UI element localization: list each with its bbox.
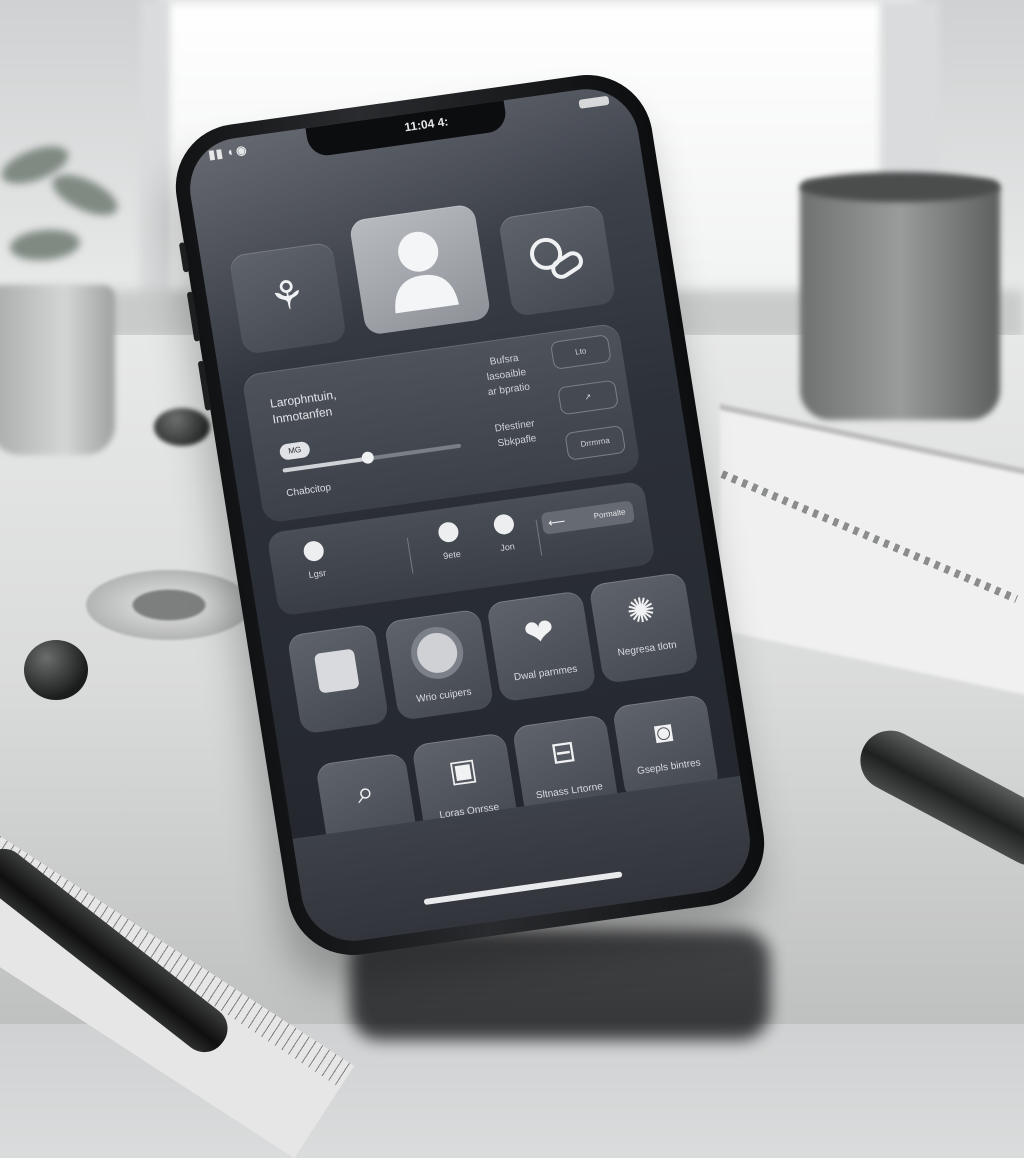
info-card-details: Bufsra lasoaible ar bpratio Dfestiner Sb… (463, 347, 557, 454)
app-tile-1-label (299, 702, 386, 714)
profile-tile[interactable] (348, 203, 492, 336)
app-tile-3[interactable]: ❤ Dwal parnmes (486, 590, 597, 703)
app-tile-4-label: Negresa tlotn (616, 639, 678, 659)
chat-app-tile[interactable] (497, 203, 617, 318)
app-tile-4[interactable]: ✺ Negresa tlotn (588, 571, 700, 684)
camera-icon: ◙ (651, 715, 675, 751)
plant-leaf (46, 166, 124, 224)
frame-icon: ▣ (446, 752, 480, 790)
format-pill-label: Pormalte (593, 507, 627, 521)
plant-pot (0, 285, 115, 455)
search-icon: ⌕ (354, 775, 377, 811)
tree-icon: ✺ (624, 590, 659, 632)
coffee-mug-rim (800, 172, 1000, 202)
lock-icon: ⊟ (548, 734, 579, 771)
circle-button-icon (414, 630, 461, 676)
chat-bubble-icon (530, 237, 583, 279)
action-item-3[interactable]: Jon (463, 509, 552, 579)
action-item-1-label: Lgsr (307, 567, 327, 580)
info-chip[interactable]: MG (278, 440, 311, 461)
flower-app-tile[interactable]: ⚘ (228, 241, 348, 355)
action-item-3-label: Jon (499, 541, 516, 554)
coffee-mug (800, 180, 1000, 420)
app-tile-1[interactable] (286, 623, 390, 735)
window-frame-left (140, 0, 170, 300)
hearts-icon: ❤ (520, 609, 558, 655)
app-tile-2-label: Wrio cuipers (415, 686, 473, 706)
ring-icon (492, 513, 516, 536)
black-ball (24, 640, 88, 700)
app-tile-8-label: Gsepls bintres (636, 757, 702, 778)
info-card-subtitle: Chabcitop (285, 482, 332, 500)
arrow-left-icon: ⟵ (547, 513, 567, 531)
drop-icon (302, 539, 326, 563)
app-tile-2[interactable]: Wrio cuipers (383, 608, 495, 721)
action-item-1[interactable]: Lgsr (273, 536, 362, 606)
slider-fill (282, 456, 369, 473)
plant-leaf (8, 227, 82, 263)
pebble (154, 408, 210, 446)
format-pill-button[interactable]: ⟵ Pormalte (540, 500, 636, 535)
profile-icon (395, 231, 459, 314)
mini-button-2[interactable]: ↗ (557, 379, 619, 416)
flower-icon: ⚘ (266, 272, 309, 321)
app-tile-3-label: Dwal parnmes (513, 663, 579, 684)
battery-icon (578, 95, 610, 109)
mini-button-1[interactable]: Lto (549, 334, 612, 370)
mini-button-3[interactable]: Drrmrna (564, 425, 627, 461)
info-card-title: Larophntuin, Inmotanfen (269, 387, 340, 428)
square-icon (313, 648, 360, 694)
metal-ring (86, 570, 252, 640)
slider-thumb[interactable] (361, 450, 376, 465)
circle-icon (436, 520, 460, 544)
